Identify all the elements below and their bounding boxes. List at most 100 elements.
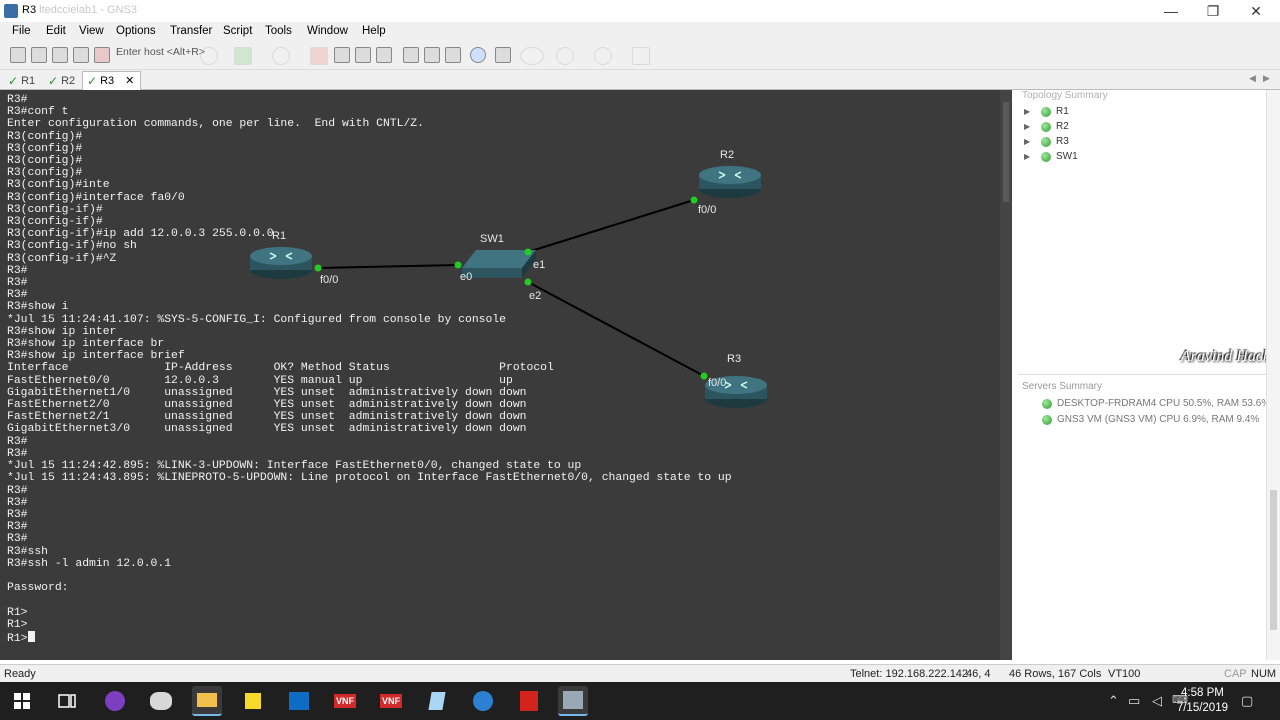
tray-expand-icon[interactable]: ⌃ — [1108, 693, 1119, 709]
server-label: DESKTOP-FRDRAM4 CPU 50.5%, RAM 53.6% — [1057, 398, 1271, 409]
terminal-line: R3(config)# — [7, 130, 83, 143]
expand-arrow-icon[interactable]: ▶ — [1024, 152, 1036, 161]
network-icon[interactable]: ▭ — [1128, 693, 1140, 709]
menu-help[interactable]: Help — [362, 25, 386, 37]
reconnect-icon[interactable] — [73, 47, 89, 63]
topology-item-label: R2 — [1056, 121, 1069, 132]
outlook-icon[interactable] — [284, 686, 314, 716]
terminal-output[interactable]: R3# R3#conf t Enter configuration commands… — [7, 94, 732, 645]
gns3-app-icon[interactable] — [146, 686, 176, 716]
topology-item-label: SW1 — [1056, 151, 1078, 162]
terminal-line: FastEthernet2/1 unassigned YES unset adm… — [7, 411, 527, 424]
terminal-line: R3(config)#interface fa0/0 — [7, 191, 185, 204]
watermark: Aravind Hack — [1180, 348, 1270, 365]
terminal-line: R3# — [7, 447, 28, 460]
window-title: R3 ltedccielab1 - GNS3 — [22, 4, 137, 16]
panel-scrollbar[interactable] — [1266, 90, 1280, 660]
server-item-local[interactable]: DESKTOP-FRDRAM4 CPU 50.5%, RAM 53.6% — [1042, 398, 1270, 409]
notification-center-icon[interactable]: ▢ — [1241, 693, 1253, 709]
notepad-icon[interactable] — [422, 686, 452, 716]
topology-item-r3[interactable]: ▶ R3 — [1024, 136, 1069, 147]
enter-host-field[interactable]: Enter host <Alt+R> — [116, 46, 205, 58]
file-explorer-icon[interactable] — [192, 686, 222, 716]
faint-zoom-in-icon — [556, 47, 574, 65]
browser-icon[interactable] — [468, 686, 498, 716]
system-clock[interactable]: 4:58 PM 7/15/2019 — [1177, 686, 1228, 716]
topology-item-label: R3 — [1056, 136, 1069, 147]
tab-r1[interactable]: ✓ R1 — [4, 71, 41, 90]
topology-item-label: R1 — [1056, 106, 1069, 117]
menu-options[interactable]: Options — [116, 25, 156, 37]
panel-scrollbar-thumb[interactable] — [1270, 490, 1277, 630]
app-icon — [4, 4, 18, 18]
topology-item-r1[interactable]: ▶ R1 — [1024, 106, 1069, 117]
terminal-line: R3#show ip inter — [7, 325, 117, 338]
terminal-line: R3# — [7, 94, 28, 106]
tab-r3[interactable]: ✓ R3 ✕ — [82, 71, 142, 90]
menu-tools[interactable]: Tools — [265, 25, 292, 37]
terminal-line: R3(config-if)#no sh — [7, 240, 137, 253]
quick-connect-icon[interactable] — [31, 47, 47, 63]
terminal-scrollbar[interactable] — [1000, 90, 1012, 660]
print-icon[interactable] — [334, 47, 350, 63]
volume-icon[interactable]: ◁ — [1152, 693, 1162, 709]
windows-taskbar: VNF VNF ⌃ ▭ ◁ ⌨ 4:58 PM 7/15/2019 ▢ — [0, 682, 1280, 720]
tab-scroll-left-icon[interactable]: ◀ — [1249, 73, 1256, 84]
sticky-notes-icon[interactable] — [238, 686, 268, 716]
topology-item-r2[interactable]: ▶ R2 — [1024, 121, 1069, 132]
server-item-vm[interactable]: GNS3 VM (GNS3 VM) CPU 6.9%, RAM 9.4% — [1042, 414, 1259, 425]
tab-r2[interactable]: ✓ R2 — [44, 71, 81, 90]
topology-item-sw1[interactable]: ▶ SW1 — [1024, 151, 1078, 162]
connect-tab-icon[interactable] — [52, 47, 68, 63]
status-ready: Ready — [4, 668, 36, 680]
menu-window[interactable]: Window — [307, 25, 348, 37]
sftp-icon[interactable] — [495, 47, 511, 63]
session-tab-bar: ✓ R1 ✓ R2 ✓ R3 ✕ ◀ ▶ — [0, 70, 1280, 90]
check-icon: ✓ — [8, 73, 19, 88]
securecrt-icon[interactable] — [558, 686, 588, 716]
vnf-app-icon[interactable]: VNF — [330, 686, 360, 716]
tab-scroll-right-icon[interactable]: ▶ — [1263, 73, 1270, 84]
topology-summary-title: Topology Summary — [1022, 90, 1108, 101]
disconnect-icon[interactable] — [94, 47, 110, 63]
menu-bar: File Edit View Options Transfer Script T… — [0, 22, 1280, 42]
terminal-prompt-line[interactable]: R1> — [7, 630, 732, 645]
window-title-faint: ltedccielab1 - GNS3 — [39, 4, 137, 16]
close-window-button[interactable]: ✕ — [1235, 0, 1277, 22]
menu-transfer[interactable]: Transfer — [170, 25, 212, 37]
expand-arrow-icon[interactable]: ▶ — [1024, 137, 1036, 146]
server-status-icon — [1042, 414, 1052, 425]
tor-browser-icon[interactable] — [100, 686, 130, 716]
minimize-button[interactable]: — — [1150, 0, 1192, 22]
faint-zoom-out-icon — [594, 47, 612, 65]
gns3-side-panel: Topology Summary ▶ R1 ▶ R2 ▶ R3 ▶ SW1 Aravin… — [1018, 90, 1280, 660]
maximize-button[interactable]: ❐ — [1192, 0, 1234, 22]
menu-view[interactable]: View — [79, 25, 104, 37]
terminal-line: Password: — [7, 582, 69, 595]
acrobat-icon[interactable] — [514, 686, 544, 716]
find-icon[interactable] — [403, 47, 419, 63]
status-terminal-size: 46 Rows, 167 Cols — [1009, 668, 1102, 680]
expand-arrow-icon[interactable]: ▶ — [1024, 107, 1036, 116]
scrollbar-thumb[interactable] — [1003, 102, 1009, 202]
connect-icon[interactable] — [10, 47, 26, 63]
close-tab-icon[interactable]: ✕ — [125, 72, 134, 90]
paste-icon[interactable] — [376, 47, 392, 63]
keymap-icon[interactable] — [445, 47, 461, 63]
expand-arrow-icon[interactable]: ▶ — [1024, 122, 1036, 131]
session-options-icon[interactable] — [424, 47, 440, 63]
server-status-icon — [1042, 398, 1052, 409]
task-view-icon[interactable] — [52, 686, 82, 716]
start-button[interactable] — [7, 686, 37, 716]
menu-file[interactable]: File — [12, 25, 31, 37]
menu-edit[interactable]: Edit — [46, 25, 66, 37]
vnf-app-icon[interactable]: VNF — [376, 686, 406, 716]
copy-icon[interactable] — [355, 47, 371, 63]
terminal-cursor — [27, 630, 35, 642]
help-icon[interactable] — [470, 47, 486, 63]
terminal-line: R3# — [7, 496, 28, 509]
menu-script[interactable]: Script — [223, 25, 252, 37]
terminal-line: R3# — [7, 435, 28, 448]
